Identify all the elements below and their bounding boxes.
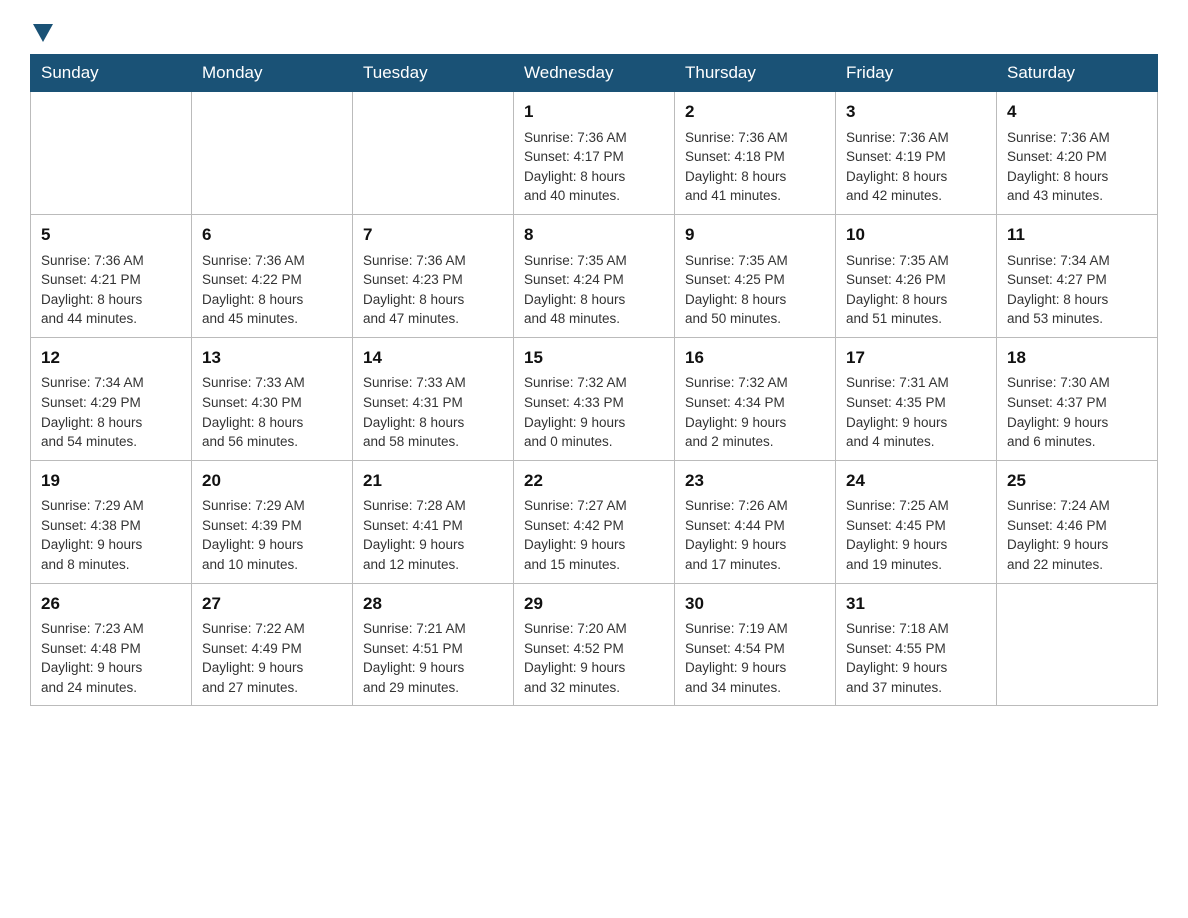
col-header-saturday: Saturday — [997, 55, 1158, 92]
calendar-cell: 13Sunrise: 7:33 AMSunset: 4:30 PMDayligh… — [192, 337, 353, 460]
day-number: 6 — [202, 223, 342, 248]
day-number: 18 — [1007, 346, 1147, 371]
logo-triangle-icon — [33, 24, 53, 42]
calendar-cell: 15Sunrise: 7:32 AMSunset: 4:33 PMDayligh… — [514, 337, 675, 460]
calendar-cell: 22Sunrise: 7:27 AMSunset: 4:42 PMDayligh… — [514, 460, 675, 583]
calendar-cell — [997, 583, 1158, 706]
calendar-week-row: 1Sunrise: 7:36 AMSunset: 4:17 PMDaylight… — [31, 92, 1158, 215]
calendar-header-row: SundayMondayTuesdayWednesdayThursdayFrid… — [31, 55, 1158, 92]
calendar-cell — [353, 92, 514, 215]
calendar-cell: 10Sunrise: 7:35 AMSunset: 4:26 PMDayligh… — [836, 214, 997, 337]
calendar-cell: 24Sunrise: 7:25 AMSunset: 4:45 PMDayligh… — [836, 460, 997, 583]
day-number: 7 — [363, 223, 503, 248]
calendar-cell: 17Sunrise: 7:31 AMSunset: 4:35 PMDayligh… — [836, 337, 997, 460]
day-number: 31 — [846, 592, 986, 617]
calendar-cell: 19Sunrise: 7:29 AMSunset: 4:38 PMDayligh… — [31, 460, 192, 583]
calendar-cell: 27Sunrise: 7:22 AMSunset: 4:49 PMDayligh… — [192, 583, 353, 706]
calendar-cell: 14Sunrise: 7:33 AMSunset: 4:31 PMDayligh… — [353, 337, 514, 460]
calendar-week-row: 26Sunrise: 7:23 AMSunset: 4:48 PMDayligh… — [31, 583, 1158, 706]
calendar-week-row: 19Sunrise: 7:29 AMSunset: 4:38 PMDayligh… — [31, 460, 1158, 583]
calendar-week-row: 12Sunrise: 7:34 AMSunset: 4:29 PMDayligh… — [31, 337, 1158, 460]
calendar-cell: 25Sunrise: 7:24 AMSunset: 4:46 PMDayligh… — [997, 460, 1158, 583]
day-number: 17 — [846, 346, 986, 371]
day-number: 29 — [524, 592, 664, 617]
day-number: 12 — [41, 346, 181, 371]
col-header-tuesday: Tuesday — [353, 55, 514, 92]
day-number: 13 — [202, 346, 342, 371]
page-header — [30, 20, 1158, 36]
calendar-week-row: 5Sunrise: 7:36 AMSunset: 4:21 PMDaylight… — [31, 214, 1158, 337]
logo — [30, 20, 53, 36]
calendar-cell: 30Sunrise: 7:19 AMSunset: 4:54 PMDayligh… — [675, 583, 836, 706]
calendar-cell: 23Sunrise: 7:26 AMSunset: 4:44 PMDayligh… — [675, 460, 836, 583]
calendar-cell: 2Sunrise: 7:36 AMSunset: 4:18 PMDaylight… — [675, 92, 836, 215]
calendar-cell: 28Sunrise: 7:21 AMSunset: 4:51 PMDayligh… — [353, 583, 514, 706]
col-header-wednesday: Wednesday — [514, 55, 675, 92]
day-number: 16 — [685, 346, 825, 371]
calendar-cell — [192, 92, 353, 215]
calendar-cell: 3Sunrise: 7:36 AMSunset: 4:19 PMDaylight… — [836, 92, 997, 215]
calendar-cell: 7Sunrise: 7:36 AMSunset: 4:23 PMDaylight… — [353, 214, 514, 337]
calendar-cell: 4Sunrise: 7:36 AMSunset: 4:20 PMDaylight… — [997, 92, 1158, 215]
calendar-cell: 12Sunrise: 7:34 AMSunset: 4:29 PMDayligh… — [31, 337, 192, 460]
calendar-cell: 29Sunrise: 7:20 AMSunset: 4:52 PMDayligh… — [514, 583, 675, 706]
day-number: 26 — [41, 592, 181, 617]
calendar-cell: 16Sunrise: 7:32 AMSunset: 4:34 PMDayligh… — [675, 337, 836, 460]
day-number: 14 — [363, 346, 503, 371]
day-number: 15 — [524, 346, 664, 371]
day-number: 11 — [1007, 223, 1147, 248]
calendar-cell: 11Sunrise: 7:34 AMSunset: 4:27 PMDayligh… — [997, 214, 1158, 337]
col-header-sunday: Sunday — [31, 55, 192, 92]
calendar-cell: 6Sunrise: 7:36 AMSunset: 4:22 PMDaylight… — [192, 214, 353, 337]
calendar-cell: 5Sunrise: 7:36 AMSunset: 4:21 PMDaylight… — [31, 214, 192, 337]
col-header-friday: Friday — [836, 55, 997, 92]
day-number: 24 — [846, 469, 986, 494]
calendar-cell: 31Sunrise: 7:18 AMSunset: 4:55 PMDayligh… — [836, 583, 997, 706]
calendar-cell: 26Sunrise: 7:23 AMSunset: 4:48 PMDayligh… — [31, 583, 192, 706]
calendar-cell: 18Sunrise: 7:30 AMSunset: 4:37 PMDayligh… — [997, 337, 1158, 460]
col-header-monday: Monday — [192, 55, 353, 92]
day-number: 10 — [846, 223, 986, 248]
day-number: 5 — [41, 223, 181, 248]
calendar-table: SundayMondayTuesdayWednesdayThursdayFrid… — [30, 54, 1158, 706]
day-number: 27 — [202, 592, 342, 617]
day-number: 19 — [41, 469, 181, 494]
calendar-cell: 21Sunrise: 7:28 AMSunset: 4:41 PMDayligh… — [353, 460, 514, 583]
day-number: 23 — [685, 469, 825, 494]
day-number: 8 — [524, 223, 664, 248]
day-number: 3 — [846, 100, 986, 125]
calendar-cell — [31, 92, 192, 215]
day-number: 28 — [363, 592, 503, 617]
day-number: 9 — [685, 223, 825, 248]
col-header-thursday: Thursday — [675, 55, 836, 92]
calendar-cell: 9Sunrise: 7:35 AMSunset: 4:25 PMDaylight… — [675, 214, 836, 337]
calendar-cell: 8Sunrise: 7:35 AMSunset: 4:24 PMDaylight… — [514, 214, 675, 337]
day-number: 20 — [202, 469, 342, 494]
calendar-cell: 1Sunrise: 7:36 AMSunset: 4:17 PMDaylight… — [514, 92, 675, 215]
day-number: 25 — [1007, 469, 1147, 494]
day-number: 2 — [685, 100, 825, 125]
day-number: 4 — [1007, 100, 1147, 125]
day-number: 30 — [685, 592, 825, 617]
day-number: 21 — [363, 469, 503, 494]
day-number: 1 — [524, 100, 664, 125]
calendar-cell: 20Sunrise: 7:29 AMSunset: 4:39 PMDayligh… — [192, 460, 353, 583]
day-number: 22 — [524, 469, 664, 494]
